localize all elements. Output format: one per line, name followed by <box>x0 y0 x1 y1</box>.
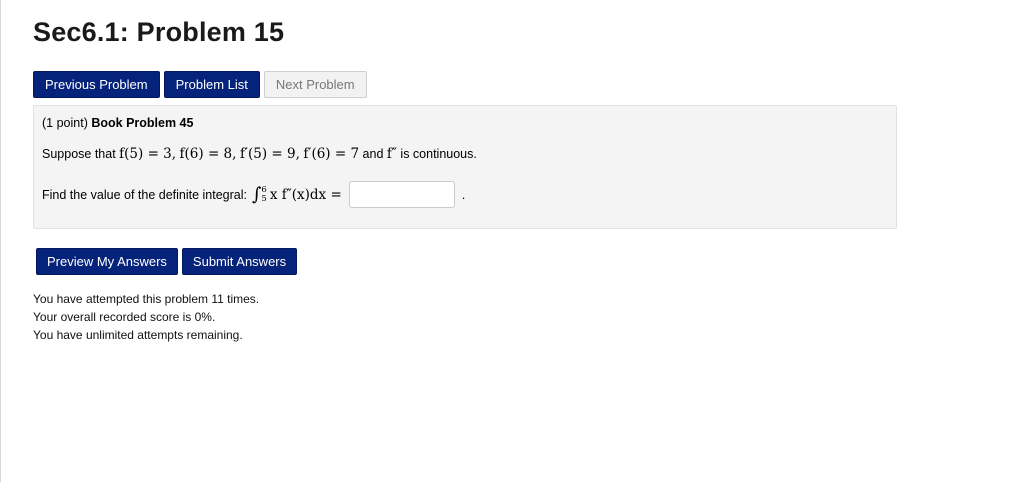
next-problem-button: Next Problem <box>263 71 367 98</box>
question-line: Find the value of the definite integral:… <box>42 181 465 208</box>
integral-sign-icon: ∫ <box>252 183 262 205</box>
previous-problem-button[interactable]: Previous Problem <box>33 71 160 98</box>
page-title: Sec6.1: Problem 15 <box>33 17 285 47</box>
submit-answers-button[interactable]: Submit Answers <box>181 248 298 275</box>
problem-header: (1 point) Book Problem 45 <box>42 116 193 130</box>
integral-lower-limit: 5 <box>261 193 267 204</box>
preview-answers-button[interactable]: Preview My Answers <box>36 248 178 275</box>
find-text: Find the value of the definite integral: <box>42 187 247 202</box>
problem-statement: Suppose that f(5) = 3, f(6) = 8, f′(5) =… <box>42 146 477 162</box>
point-value: (1 point) <box>42 116 88 130</box>
left-border <box>0 0 1 482</box>
definite-integral: ∫ 6 5 x f″(x)dx = <box>252 183 342 205</box>
trailing-period: . <box>461 187 466 202</box>
book-problem-label: Book Problem 45 <box>91 116 194 130</box>
answer-actions: Preview My Answers Submit Answers <box>36 248 298 275</box>
remaining-text: You have unlimited attempts remaining. <box>33 328 243 342</box>
continuous-text: is continuous. <box>400 147 477 161</box>
math-f6: f(6) = 8, <box>179 146 237 162</box>
math-fdoubleprime: f″ <box>386 146 397 162</box>
integral-limits: 6 5 <box>261 185 267 204</box>
score-text: Your overall recorded score is 0%. <box>33 310 216 324</box>
integrand: x f″(x)dx = <box>269 186 342 203</box>
math-fprime5: f′(5) = 9, <box>239 146 300 162</box>
attempt-status: You have attempted this problem 11 times… <box>33 290 259 344</box>
problem-nav: Previous Problem Problem List Next Probl… <box>33 71 367 98</box>
attempts-text: You have attempted this problem 11 times… <box>33 292 260 306</box>
page: Sec6.1: Problem 15 Previous Problem Prob… <box>0 0 1024 482</box>
and-word: and <box>362 147 384 161</box>
statement-prefix: Suppose that <box>42 147 116 161</box>
problem-list-button[interactable]: Problem List <box>163 71 260 98</box>
answer-input[interactable] <box>348 181 455 208</box>
math-fprime6: f′(6) = 7 <box>303 146 360 162</box>
math-f5: f(5) = 3, <box>119 146 177 162</box>
problem-panel: (1 point) Book Problem 45 Suppose that f… <box>33 105 897 229</box>
